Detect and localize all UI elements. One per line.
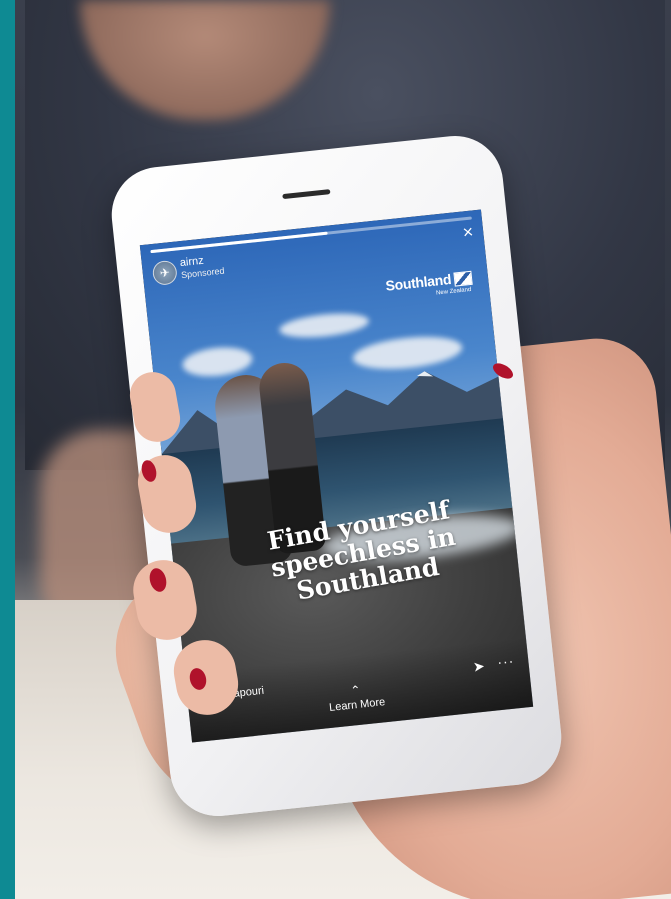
chevron-up-icon: ⌃ [349, 682, 362, 698]
accent-bar [0, 0, 15, 899]
photo-scene: ✈ airnz Sponsored × Southland New Zealan… [0, 0, 671, 899]
close-icon[interactable]: × [462, 221, 475, 242]
more-icon[interactable]: ··· [497, 652, 516, 670]
flag-mark-icon [453, 271, 473, 287]
share-icon[interactable]: ➤ [472, 658, 485, 676]
